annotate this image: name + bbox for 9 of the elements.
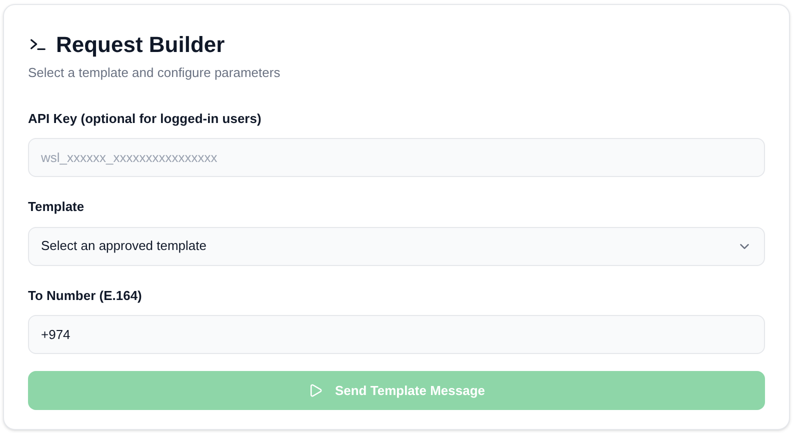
page-title: Request Builder: [56, 31, 225, 59]
field-label: To Number (E.164): [28, 286, 143, 305]
subtitle: Select a template and configure parameters: [28, 64, 282, 82]
template-select[interactable]: Select an approved template: [28, 226, 765, 266]
field-label: API Key (optional for logged-in users): [28, 110, 262, 128]
play-icon: [308, 383, 323, 398]
field-label: Template: [28, 198, 86, 216]
input-field[interactable]: wsl_xxxxxx_xxxxxxxxxxxxxxxx: [28, 138, 765, 177]
input-field[interactable]: +974: [28, 315, 765, 354]
